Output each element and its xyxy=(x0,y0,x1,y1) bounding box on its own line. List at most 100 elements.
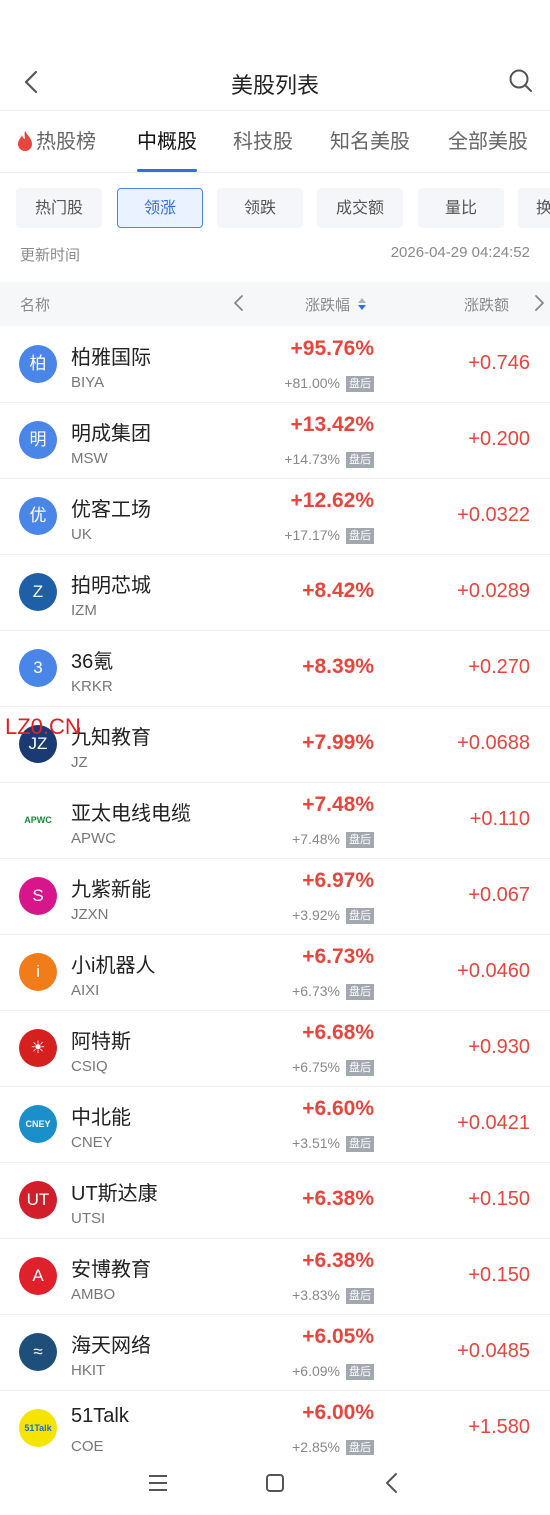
stock-row[interactable]: ☀ 阿特斯 CSIQ +6.68% +6.75% 盘后 +0.930 xyxy=(0,1011,550,1087)
chip-volume-ratio[interactable]: 量比 xyxy=(418,188,504,228)
after-hours-value: +7.48% xyxy=(292,831,340,847)
after-hours-change: +14.73% 盘后 xyxy=(284,451,374,468)
stock-row[interactable]: S 九紫新能 JZXN +6.97% +3.92% 盘后 +0.067 xyxy=(0,859,550,935)
chevron-left-icon[interactable] xyxy=(232,294,246,312)
stock-name: 51Talk xyxy=(71,1405,129,1427)
change-percent: +6.00% xyxy=(302,1401,374,1424)
after-hours-badge: 盘后 xyxy=(346,528,374,544)
change-percent: +8.42% xyxy=(302,579,374,602)
change-percent: +6.68% xyxy=(302,1021,374,1044)
after-hours-value: +2.85% xyxy=(292,1439,340,1455)
stock-row[interactable]: A 安博教育 AMBO +6.38% +3.83% 盘后 +0.150 xyxy=(0,1239,550,1315)
stock-symbol: IZM xyxy=(71,602,97,619)
tab-label: 全部美股 xyxy=(448,131,528,153)
after-hours-value: +6.73% xyxy=(292,983,340,999)
stock-row[interactable]: 明明成集团 MSW +13.42% +14.73% 盘后 +0.200 xyxy=(0,403,550,479)
tab-label: 科技股 xyxy=(233,131,293,153)
stock-row[interactable]: Z 拍明芯城 IZM +8.42% +0.0289 xyxy=(0,555,550,631)
stock-symbol: CSIQ xyxy=(71,1058,108,1075)
filter-chips: 热门股 领涨 领跌 成交额 量比 换 xyxy=(0,188,550,230)
change-amount: +0.0322 xyxy=(457,504,530,526)
stock-logo: 柏 xyxy=(19,345,57,383)
column-change-percent[interactable]: 涨跌幅 xyxy=(305,294,367,315)
home-icon[interactable] xyxy=(263,1471,287,1495)
change-percent: +6.97% xyxy=(302,869,374,892)
stock-row[interactable]: 柏柏雅国际 BIYA +95.76% +81.00% 盘后 +0.746 xyxy=(0,327,550,403)
stock-row[interactable]: i 小i机器人 AIXI +6.73% +6.73% 盘后 +0.0460 xyxy=(0,935,550,1011)
tab-famous[interactable]: 知名美股 xyxy=(330,112,410,172)
after-hours-change: +3.92% 盘后 xyxy=(292,907,374,924)
sort-icon xyxy=(358,298,367,310)
stock-logo: S xyxy=(19,877,57,915)
stock-logo: APWC xyxy=(19,801,57,839)
tab-all[interactable]: 全部美股 xyxy=(448,112,528,172)
chip-gainers[interactable]: 领涨 xyxy=(117,188,203,228)
stock-logo: 优 xyxy=(19,497,57,535)
change-percent: +95.76% xyxy=(290,337,375,360)
stock-name: 亚太电线电缆 xyxy=(71,803,191,825)
after-hours-badge: 盘后 xyxy=(346,908,374,924)
stock-symbol: HKIT xyxy=(71,1362,106,1379)
stock-name: 36氪 xyxy=(71,651,114,673)
update-time: 2026-04-29 04:24:52 xyxy=(390,244,530,261)
change-amount: +0.746 xyxy=(468,352,530,374)
category-tabs: 热股榜 中概股 科技股 知名美股 全部美股 xyxy=(0,112,550,173)
after-hours-change: +81.00% 盘后 xyxy=(284,375,374,392)
stock-row[interactable]: APWC 亚太电线电缆 APWC +7.48% +7.48% 盘后 +0.110 xyxy=(0,783,550,859)
stock-name: 明成集团 xyxy=(71,423,151,445)
stock-symbol: MSW xyxy=(71,450,108,467)
after-hours-change: +7.48% 盘后 xyxy=(292,831,374,848)
flame-icon xyxy=(18,131,32,151)
tab-label: 热股榜 xyxy=(36,131,96,153)
chip-losers[interactable]: 领跌 xyxy=(217,188,303,228)
after-hours-change: +17.17% 盘后 xyxy=(284,527,374,544)
after-hours-value: +81.00% xyxy=(284,375,340,391)
after-hours-value: +17.17% xyxy=(284,527,340,543)
after-hours-badge: 盘后 xyxy=(346,1364,374,1380)
menu-icon[interactable] xyxy=(146,1471,170,1495)
chevron-right-icon[interactable] xyxy=(532,294,546,312)
stock-symbol: CNEY xyxy=(71,1134,113,1151)
tab-china-concept[interactable]: 中概股 xyxy=(137,112,197,172)
column-header: 名称 涨跌幅 涨跌额 xyxy=(0,282,550,326)
change-percent: +7.99% xyxy=(302,731,374,754)
tab-hot[interactable]: 热股榜 xyxy=(17,112,96,172)
stock-logo: 3 xyxy=(19,649,57,687)
change-percent: +6.38% xyxy=(302,1187,374,1210)
stock-symbol: BIYA xyxy=(71,374,105,391)
after-hours-badge: 盘后 xyxy=(346,1060,374,1076)
stock-name: 安博教育 xyxy=(71,1259,151,1281)
back-nav-icon[interactable] xyxy=(380,1471,404,1495)
system-nav-bar xyxy=(0,1455,550,1515)
change-amount: +0.270 xyxy=(468,656,530,678)
active-tab-indicator xyxy=(137,169,197,172)
after-hours-change: +6.09% 盘后 xyxy=(292,1363,374,1380)
stock-row[interactable]: JZ 九知教育 JZ +7.99% +0.0688 xyxy=(0,707,550,783)
change-percent: +6.60% xyxy=(302,1097,374,1120)
search-icon[interactable] xyxy=(508,68,534,94)
stock-row[interactable]: UT UT斯达康 UTSI +6.38% +0.150 xyxy=(0,1163,550,1239)
chip-turnover[interactable]: 成交额 xyxy=(317,188,403,228)
stock-row[interactable]: CNEY 中北能 CNEY +6.60% +3.51% 盘后 +0.0421 xyxy=(0,1087,550,1163)
stock-logo: ≈ xyxy=(19,1333,57,1371)
stock-row[interactable]: 3 36氪 KRKR +8.39% +0.270 xyxy=(0,631,550,707)
stock-row[interactable]: ≈ 海天网络 HKIT +6.05% +6.09% 盘后 +0.0485 xyxy=(0,1315,550,1391)
after-hours-value: +3.51% xyxy=(292,1135,340,1151)
stock-row[interactable]: 优优客工场 UK +12.62% +17.17% 盘后 +0.0322 xyxy=(0,479,550,555)
chip-hot[interactable]: 热门股 xyxy=(16,188,102,228)
after-hours-value: +3.83% xyxy=(292,1287,340,1303)
stock-name: 九紫新能 xyxy=(71,879,151,901)
stock-name: 优客工场 xyxy=(71,499,151,521)
chip-turnover-rate[interactable]: 换 xyxy=(518,188,550,228)
column-change-amount[interactable]: 涨跌额 xyxy=(464,294,509,315)
change-amount: +0.150 xyxy=(468,1264,530,1286)
update-label: 更新时间 xyxy=(20,247,81,264)
after-hours-badge: 盘后 xyxy=(346,1136,374,1152)
stock-name: UT斯达康 xyxy=(71,1183,158,1205)
stock-logo: Z xyxy=(19,573,57,611)
stock-name: 柏雅国际 xyxy=(71,347,151,369)
change-amount: +0.930 xyxy=(468,1036,530,1058)
tab-tech[interactable]: 科技股 xyxy=(233,112,293,172)
stock-logo: 明 xyxy=(19,421,57,459)
watermark-text: LZ0.CN xyxy=(5,714,81,739)
